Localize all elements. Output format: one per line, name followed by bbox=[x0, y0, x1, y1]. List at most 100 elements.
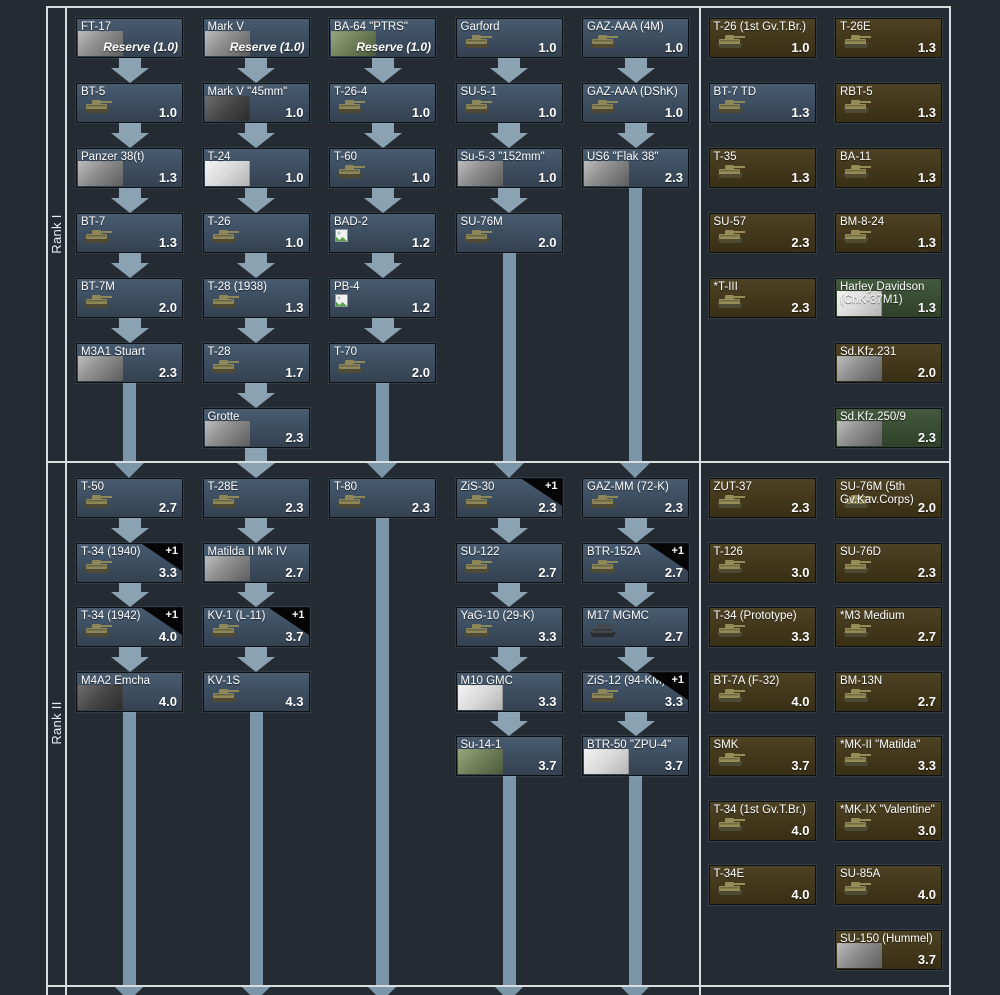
vehicle-cell-m3a1-stuart[interactable]: M3A1 Stuart2.3 bbox=[76, 343, 183, 383]
tank-icon bbox=[840, 226, 872, 249]
vehicle-cell-m17-mgmc[interactable]: M17 MGMC2.7 bbox=[582, 607, 689, 647]
vehicle-cell-mark-v[interactable]: Mark VReserve (1.0) bbox=[203, 18, 310, 58]
vehicle-cell-t-50[interactable]: T-502.7 bbox=[76, 478, 183, 518]
vehicle-cell-t-26[interactable]: T-261.0 bbox=[203, 213, 310, 253]
tank-icon bbox=[461, 491, 493, 514]
vehicle-cell-su-14-1[interactable]: Su-14-13.7 bbox=[456, 736, 563, 776]
vehicle-cell-gaz-mm-72-k[interactable]: GAZ-MM (72-K)2.3 bbox=[582, 478, 689, 518]
vehicle-cell-sd-kfz-250-9[interactable]: Sd.Kfz.250/92.3 bbox=[835, 408, 942, 448]
vehicle-cell-t-80[interactable]: T-802.3 bbox=[329, 478, 436, 518]
vehicle-name: Su-14-1 bbox=[461, 739, 560, 752]
vehicle-cell-t-34-prototype[interactable]: T-34 (Prototype)3.3 bbox=[709, 607, 816, 647]
vehicle-cell-bad-2[interactable]: BAD-21.2 bbox=[329, 213, 436, 253]
vehicle-cell-m4a2-emcha[interactable]: M4A2 Emcha4.0 bbox=[76, 672, 183, 712]
vehicle-photo bbox=[458, 685, 503, 710]
vehicle-cell-su-76m[interactable]: SU-76M2.0 bbox=[456, 213, 563, 253]
vehicle-cell-bt-5[interactable]: BT-51.0 bbox=[76, 83, 183, 123]
image-placeholder-icon bbox=[335, 294, 348, 312]
vehicle-cell-su-122[interactable]: SU-1222.7 bbox=[456, 543, 563, 583]
vehicle-cell-matilda-ii-mk-iv[interactable]: Matilda II Mk IV2.7 bbox=[203, 543, 310, 583]
vehicle-cell-m3-medium[interactable]: *M3 Medium2.7 bbox=[835, 607, 942, 647]
arrow-connector-shaft bbox=[119, 518, 141, 528]
vehicle-cell-su-150-hummel[interactable]: SU-150 (Hummel)3.7 bbox=[835, 930, 942, 970]
vehicle-name: YaG-10 (29-K) bbox=[461, 610, 560, 623]
battle-rating: 2.0 bbox=[159, 300, 177, 315]
vehicle-cell-t-34-1942[interactable]: +1T-34 (1942)4.0 bbox=[76, 607, 183, 647]
vehicle-cell-btr-50-zpu-4[interactable]: BTR-50 "ZPU-4"3.7 bbox=[582, 736, 689, 776]
arrow-connector-shaft bbox=[376, 518, 389, 985]
battle-rating: 1.3 bbox=[285, 300, 303, 315]
vehicle-cell-grotte[interactable]: Grotte2.3 bbox=[203, 408, 310, 448]
vehicle-name: RBT-5 bbox=[840, 86, 939, 99]
vehicle-cell-su-5-1[interactable]: SU-5-11.0 bbox=[456, 83, 563, 123]
vehicle-cell-bt-7[interactable]: BT-71.3 bbox=[76, 213, 183, 253]
rank-bottom-divider-line bbox=[46, 985, 951, 987]
battle-rating: 1.0 bbox=[412, 105, 430, 120]
vehicle-cell-bm-8-24[interactable]: BM-8-241.3 bbox=[835, 213, 942, 253]
vehicle-cell-ba-64-ptrs[interactable]: BA-64 "PTRS"Reserve (1.0) bbox=[329, 18, 436, 58]
vehicle-cell-t-iii[interactable]: *T-III2.3 bbox=[709, 278, 816, 318]
vehicle-cell-harley-davidson-chk-37m1[interactable]: Harley Davidson (ChK-37M1)1.3 bbox=[835, 278, 942, 318]
vehicle-cell-zut-37[interactable]: ZUT-372.3 bbox=[709, 478, 816, 518]
vehicle-cell-kv-1s[interactable]: KV-1S4.3 bbox=[203, 672, 310, 712]
vehicle-cell-t-28e[interactable]: T-28E2.3 bbox=[203, 478, 310, 518]
vehicle-cell-mark-v-45mm[interactable]: Mark V "45mm"1.0 bbox=[203, 83, 310, 123]
vehicle-cell-zis-12-94-km[interactable]: +1ZiS-12 (94-KM)3.3 bbox=[582, 672, 689, 712]
rank-2-label: Rank II bbox=[48, 623, 66, 823]
vehicle-name: Grotte bbox=[208, 411, 307, 424]
vehicle-cell-t-28-1938[interactable]: T-28 (1938)1.3 bbox=[203, 278, 310, 318]
vehicle-cell-su-76d[interactable]: SU-76D2.3 bbox=[835, 543, 942, 583]
vehicle-cell-ba-11[interactable]: BA-111.3 bbox=[835, 148, 942, 188]
vehicle-cell-gaz-aaa-dshk[interactable]: GAZ-AAA (DShK)1.0 bbox=[582, 83, 689, 123]
vehicle-cell-btr-152a[interactable]: +1BTR-152A2.7 bbox=[582, 543, 689, 583]
vehicle-cell-t-26-4[interactable]: T-26-41.0 bbox=[329, 83, 436, 123]
vehicle-cell-ft-17[interactable]: FT-17Reserve (1.0) bbox=[76, 18, 183, 58]
vehicle-name: M17 MGMC bbox=[587, 610, 686, 623]
vehicle-cell-mk-ix-valentine[interactable]: *MK-IX "Valentine"3.0 bbox=[835, 801, 942, 841]
vehicle-cell-gaz-aaa-4m[interactable]: GAZ-AAA (4M)1.0 bbox=[582, 18, 689, 58]
vehicle-cell-bt-7m[interactable]: BT-7M2.0 bbox=[76, 278, 183, 318]
vehicle-cell-t-34-1940[interactable]: +1T-34 (1940)3.3 bbox=[76, 543, 183, 583]
vehicle-cell-t-26-1st-gv-t-br[interactable]: T-26 (1st Gv.T.Br.)1.0 bbox=[709, 18, 816, 58]
vehicle-cell-t-35[interactable]: T-351.3 bbox=[709, 148, 816, 188]
vehicle-cell-su-85a[interactable]: SU-85A4.0 bbox=[835, 865, 942, 905]
vehicle-cell-panzer-38-t[interactable]: Panzer 38(t)1.3 bbox=[76, 148, 183, 188]
vehicle-cell-sd-kfz-231[interactable]: Sd.Kfz.2312.0 bbox=[835, 343, 942, 383]
vehicle-name: SU-57 bbox=[714, 216, 813, 229]
battle-rating: 2.0 bbox=[538, 235, 556, 250]
vehicle-cell-su-76m-5th-gv-kav-corps[interactable]: SU-76M (5th Gv.Kav.Corps)2.0 bbox=[835, 478, 942, 518]
vehicle-cell-t-34-1st-gv-t-br[interactable]: T-34 (1st Gv.T.Br.)4.0 bbox=[709, 801, 816, 841]
vehicle-cell-t-26e[interactable]: T-26E1.3 bbox=[835, 18, 942, 58]
vehicle-cell-bt-7a-f-32[interactable]: BT-7A (F-32)4.0 bbox=[709, 672, 816, 712]
vehicle-cell-t-24[interactable]: T-241.0 bbox=[203, 148, 310, 188]
vehicle-cell-kv-1-l-11[interactable]: +1KV-1 (L-11)3.7 bbox=[203, 607, 310, 647]
tank-icon bbox=[81, 226, 113, 249]
vehicle-cell-mk-ii-matilda[interactable]: *MK-II "Matilda"3.3 bbox=[835, 736, 942, 776]
vehicle-cell-smk[interactable]: SMK3.7 bbox=[709, 736, 816, 776]
vehicle-cell-zis-30[interactable]: +1ZiS-302.3 bbox=[456, 478, 563, 518]
vehicle-cell-t-126[interactable]: T-1263.0 bbox=[709, 543, 816, 583]
vehicle-cell-us6-flak-38[interactable]: US6 "Flak 38"2.3 bbox=[582, 148, 689, 188]
vehicle-cell-su-5-3-152mm[interactable]: Su-5-3 "152mm"1.0 bbox=[456, 148, 563, 188]
vehicle-cell-rbt-5[interactable]: RBT-51.3 bbox=[835, 83, 942, 123]
vehicle-cell-pb-4[interactable]: PB-41.2 bbox=[329, 278, 436, 318]
reserve-label: Reserve (1.0) bbox=[230, 40, 305, 54]
vehicle-cell-bm-13n[interactable]: BM-13N2.7 bbox=[835, 672, 942, 712]
vehicle-cell-garford[interactable]: Garford1.0 bbox=[456, 18, 563, 58]
vehicle-name: Su-5-3 "152mm" bbox=[461, 151, 560, 164]
vehicle-cell-t-34e[interactable]: T-34E4.0 bbox=[709, 865, 816, 905]
arrow-connector-shaft bbox=[625, 712, 647, 722]
arrow-connector-head bbox=[364, 198, 402, 213]
vehicle-cell-yag-10-29-k[interactable]: YaG-10 (29-K)3.3 bbox=[456, 607, 563, 647]
vehicle-cell-t-28[interactable]: T-281.7 bbox=[203, 343, 310, 383]
tank-icon bbox=[840, 96, 872, 119]
vehicle-cell-su-57[interactable]: SU-572.3 bbox=[709, 213, 816, 253]
arrow-connector-head bbox=[493, 462, 525, 478]
vehicle-cell-bt-7-td[interactable]: BT-7 TD1.3 bbox=[709, 83, 816, 123]
vehicle-cell-t-60[interactable]: T-601.0 bbox=[329, 148, 436, 188]
vehicle-name: T-50 bbox=[81, 481, 180, 494]
arrow-connector-shaft bbox=[498, 518, 520, 528]
rank-up-badge-text: +1 bbox=[165, 609, 178, 621]
vehicle-cell-t-70[interactable]: T-702.0 bbox=[329, 343, 436, 383]
vehicle-cell-m10-gmc[interactable]: M10 GMC3.3 bbox=[456, 672, 563, 712]
